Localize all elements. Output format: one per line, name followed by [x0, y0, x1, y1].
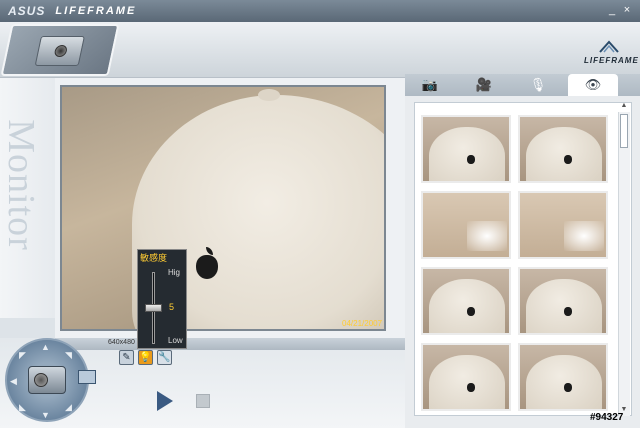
apple-logo-icon: [467, 383, 475, 392]
sensitivity-title: 敏感度: [140, 253, 168, 263]
logo-text: LIFEFRAME: [584, 56, 639, 65]
thumbnail-subject: [526, 127, 602, 181]
sensitivity-low-label: Low: [168, 336, 183, 345]
camera-preview: 04/21/2007: [60, 85, 386, 331]
brand-logo-text: ASUS: [8, 4, 46, 18]
lifeframe-mark-icon: [599, 40, 619, 53]
apple-logo-icon: [564, 383, 572, 392]
wrench-icon[interactable]: 🔧: [157, 350, 172, 365]
watermark: #94327: [590, 412, 624, 423]
nav-left-icon[interactable]: ◀: [10, 376, 17, 387]
gallery-scrollbar[interactable]: [618, 112, 630, 416]
nav-up-icon[interactable]: ▲: [41, 342, 50, 352]
nav-up-left-icon[interactable]: ◤: [19, 350, 26, 361]
preview-cap-button: [258, 89, 280, 101]
apple-logo-icon: [467, 307, 475, 316]
monitor-mode-icon[interactable]: [78, 370, 96, 384]
camera-lens-icon: [34, 373, 48, 387]
thumbnail-glare: [564, 221, 604, 251]
thumbnail-glare: [467, 221, 507, 251]
thumbnail-subject: [526, 279, 602, 333]
thumbnail-subject: [429, 279, 505, 333]
webcam-graphic: [0, 24, 120, 76]
apple-logo-icon: [196, 255, 218, 279]
nav-down-icon[interactable]: ▼: [41, 410, 50, 420]
thumbnail-subject: [429, 127, 505, 181]
sensitivity-value: 5: [169, 302, 175, 312]
thumbnail-6[interactable]: [518, 267, 608, 335]
thumbnail-grid: [414, 102, 632, 416]
eye-icon: 👁: [584, 77, 602, 92]
sensitivity-popup: 敏感度 Hig 5 Low: [137, 249, 187, 349]
camera-center-icon[interactable]: [28, 366, 66, 394]
monitor-side-label: Monitor: [0, 119, 42, 251]
apple-logo-icon: [467, 155, 475, 164]
tab-video[interactable]: 🎥: [462, 74, 506, 96]
preview-timestamp: 04/21/2007: [342, 319, 383, 328]
apple-logo-icon: [564, 307, 572, 316]
microphone-icon: 🎙: [529, 77, 547, 92]
thumbnail-8[interactable]: [518, 343, 608, 411]
bulb-icon[interactable]: 💡: [138, 350, 153, 365]
scroll-up-icon[interactable]: ▲: [618, 102, 630, 112]
lifeframe-logo: LIFEFRAME: [584, 38, 638, 68]
thumbnail-4[interactable]: [518, 191, 608, 259]
thumbnail-subject: [526, 355, 602, 409]
thumbnail-3[interactable]: [421, 191, 511, 259]
sensitivity-slider-thumb[interactable]: [145, 304, 162, 312]
play-button[interactable]: [157, 391, 173, 411]
sensitivity-high-label: Hig: [168, 268, 181, 277]
title-bar[interactable]: ASUS LIFEFRAME _ ×: [0, 0, 640, 22]
resolution-label: 640x480: [108, 339, 135, 346]
tab-photo[interactable]: 📷: [408, 74, 452, 96]
nav-down-right-icon[interactable]: ◢: [65, 402, 72, 413]
header-band: [0, 22, 640, 78]
nav-down-left-icon[interactable]: ◣: [19, 402, 26, 413]
pen-icon[interactable]: ✎: [119, 350, 134, 365]
scrollbar-thumb[interactable]: [620, 114, 628, 148]
webcam-body-icon: [34, 36, 85, 66]
thumbnail-subject: [429, 355, 505, 409]
apple-logo-icon: [564, 155, 572, 164]
nav-up-right-icon[interactable]: ◥: [65, 350, 72, 361]
webcam-lens-icon: [53, 45, 69, 57]
thumbnail-7[interactable]: [421, 343, 511, 411]
tab-monitor[interactable]: 👁: [568, 74, 618, 96]
close-button[interactable]: ×: [620, 4, 634, 17]
thumbnail-2[interactable]: [518, 115, 608, 183]
window-title: LIFEFRAME: [55, 5, 137, 17]
thumbnail-1[interactable]: [421, 115, 511, 183]
video-camera-icon: 🎥: [475, 77, 493, 92]
minimize-button[interactable]: _: [605, 4, 619, 17]
tab-audio[interactable]: 🎙: [516, 74, 560, 96]
thumbnail-5[interactable]: [421, 267, 511, 335]
stop-button[interactable]: [196, 394, 210, 408]
camera-icon: 📷: [421, 77, 439, 92]
